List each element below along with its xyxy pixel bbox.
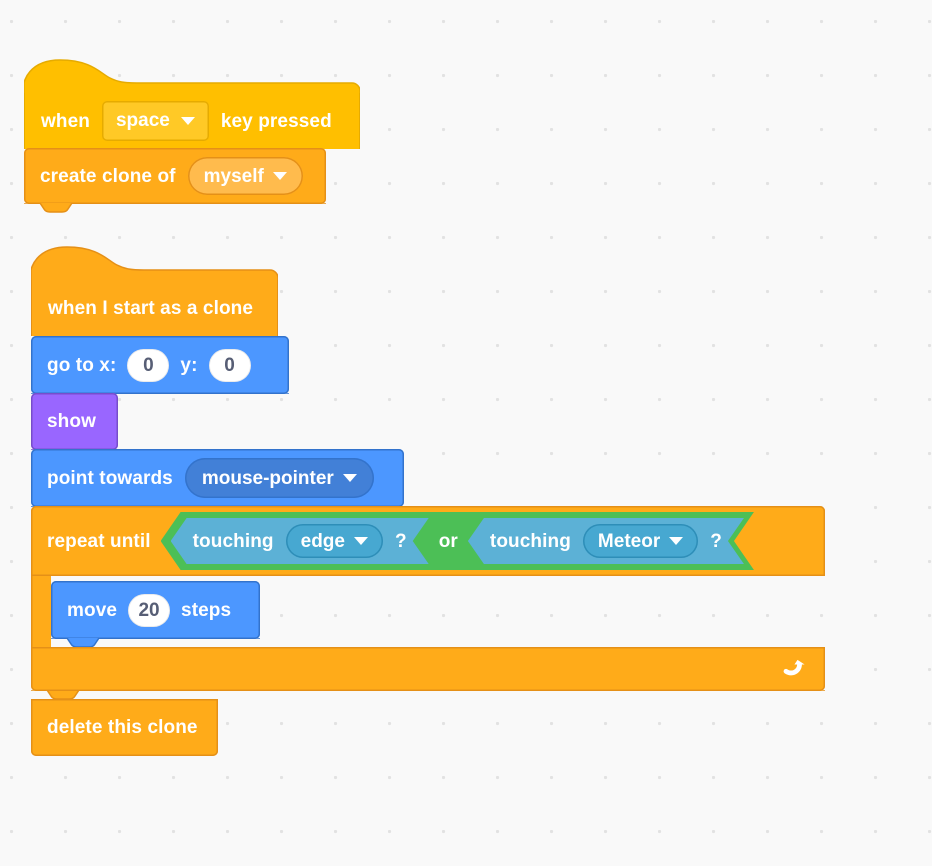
block-or-operator[interactable]: touching edge ? or touching Meteor ?	[161, 512, 754, 570]
hat-shape-svg	[31, 246, 278, 281]
go-to-y-input[interactable]: 0	[208, 348, 251, 382]
loop-arrow-icon	[783, 659, 805, 676]
block-repeat-until[interactable]: repeat until touching edge ? or touching…	[31, 506, 825, 700]
show-label: show	[47, 411, 96, 432]
go-to-x-label: go to x:	[47, 354, 117, 376]
repeat-until-footer[interactable]	[31, 647, 825, 691]
touching-edge-suffix-label: ?	[394, 530, 407, 552]
script-when-space-key-pressed[interactable]: when space key pressed create clone of m…	[24, 56, 360, 213]
touching-meteor-dropdown[interactable]: Meteor	[583, 524, 698, 558]
clone-target-dropdown[interactable]: myself	[187, 157, 303, 195]
or-operator-label: or	[438, 530, 458, 552]
move-steps-input[interactable]: 20	[128, 593, 171, 627]
block-move-steps[interactable]: move 20 steps	[51, 581, 260, 648]
c-block-left-arm	[31, 576, 51, 648]
move-steps-suffix-label: steps	[181, 599, 232, 621]
chevron-down-icon	[342, 474, 357, 482]
block-delete-this-clone[interactable]: delete this clone	[31, 699, 218, 756]
block-touching-edge[interactable]: touching edge ?	[171, 518, 429, 564]
block-create-clone-of[interactable]: create clone of myself	[24, 148, 326, 213]
point-towards-label: point towards	[47, 467, 173, 489]
key-dropdown[interactable]: space	[101, 101, 209, 141]
point-towards-dropdown-value: mouse-pointer	[201, 467, 334, 489]
block-bottom-tab	[24, 203, 326, 213]
key-dropdown-value: space	[115, 110, 170, 131]
touching-edge-dropdown[interactable]: edge	[286, 524, 383, 558]
chevron-down-icon	[180, 117, 195, 125]
script-when-i-start-as-a-clone[interactable]: when I start as a clone go to x: 0 y: 0 …	[31, 243, 825, 756]
when-key-pressed-body[interactable]: when space key pressed	[24, 93, 360, 149]
chevron-down-icon	[669, 537, 683, 545]
repeat-until-label: repeat until	[47, 530, 151, 552]
clone-target-dropdown-value: myself	[203, 165, 264, 187]
hat-block-top-curve	[24, 56, 360, 94]
repeat-until-substack-area: move 20 steps	[31, 576, 825, 648]
create-clone-of-label: create clone of	[40, 165, 176, 187]
when-key-pressed-suffix-label: key pressed	[220, 110, 332, 132]
move-steps-prefix-label: move	[67, 599, 118, 621]
when-i-start-as-a-clone-label: when I start as a clone	[48, 297, 254, 319]
go-to-x-input[interactable]: 0	[127, 348, 170, 382]
touching-edge-dropdown-value: edge	[300, 530, 345, 552]
point-towards-dropdown[interactable]: mouse-pointer	[184, 458, 374, 498]
chevron-down-icon	[272, 172, 287, 180]
when-i-start-as-a-clone-body[interactable]: when I start as a clone	[31, 280, 278, 336]
block-when-key-pressed[interactable]: when space key pressed	[24, 56, 360, 149]
touching-meteor-dropdown-value: Meteor	[597, 530, 661, 552]
block-touching-meteor[interactable]: touching Meteor ?	[468, 518, 744, 564]
chevron-down-icon	[354, 537, 368, 545]
touching-meteor-prefix-label: touching	[489, 530, 571, 552]
block-show[interactable]: show	[31, 393, 118, 459]
go-to-y-label: y:	[180, 354, 198, 376]
repeat-until-header[interactable]: repeat until touching edge ? or touching…	[31, 506, 825, 576]
touching-edge-prefix-label: touching	[192, 530, 274, 552]
when-key-pressed-prefix-label: when	[41, 110, 90, 132]
delete-this-clone-label: delete this clone	[47, 717, 198, 738]
clone-hat-top-curve	[31, 243, 278, 281]
touching-meteor-suffix-label: ?	[710, 530, 722, 552]
block-go-to-xy[interactable]: go to x: 0 y: 0	[31, 336, 289, 403]
block-point-towards[interactable]: point towards mouse-pointer	[31, 449, 404, 516]
hat-shape-svg	[24, 59, 360, 94]
blocks-workspace[interactable]: when space key pressed create clone of m…	[0, 0, 932, 866]
block-when-i-start-as-a-clone[interactable]: when I start as a clone	[31, 243, 825, 345]
